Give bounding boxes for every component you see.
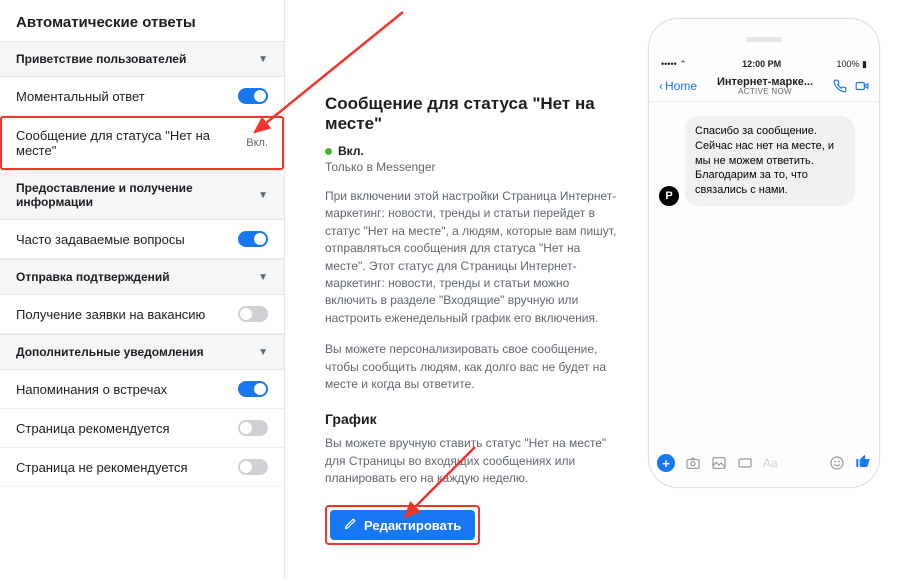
row-label: Страница не рекомендуется bbox=[16, 460, 188, 475]
chat-area: P Спасибо за сообщение. Сейчас нас нет н… bbox=[649, 102, 879, 220]
row-away-message[interactable]: Сообщение для статуса "Нет на месте" Вкл… bbox=[0, 116, 284, 170]
group-label: Дополнительные уведомления bbox=[16, 345, 204, 359]
toggle-page-not-recommended[interactable] bbox=[238, 459, 268, 475]
composer-placeholder[interactable]: Aa bbox=[763, 456, 819, 470]
phone-nav: ‹ Home Интернет-марке... active now bbox=[649, 70, 879, 102]
sidebar-title: Автоматические ответы bbox=[0, 0, 284, 41]
chat-subtitle: active now bbox=[717, 88, 813, 97]
gif-icon[interactable] bbox=[737, 455, 753, 471]
battery-indicator: 100% ▮ bbox=[837, 59, 867, 70]
main-content: Сообщение для статуса "Нет на месте" Вкл… bbox=[285, 0, 648, 579]
phone-statusbar: ••••• ⌃ 12:00 PM 100% ▮ bbox=[649, 59, 879, 70]
chevron-down-icon: ▼ bbox=[258, 190, 268, 201]
row-label: Напоминания о встречах bbox=[16, 382, 167, 397]
signal-icon: ••••• ⌃ bbox=[661, 59, 687, 70]
row-page-recommended[interactable]: Страница рекомендуется bbox=[0, 409, 284, 448]
chevron-down-icon: ▼ bbox=[258, 272, 268, 283]
group-header-extra-notifications[interactable]: Дополнительные уведомления ▼ bbox=[0, 334, 284, 370]
group-header-confirmations[interactable]: Отправка подтверждений ▼ bbox=[0, 259, 284, 295]
chevron-down-icon: ▼ bbox=[258, 54, 268, 65]
description-1: При включении этой настройки Страница Ин… bbox=[325, 188, 620, 327]
message-bubble: Спасибо за сообщение. Сейчас нас нет на … bbox=[685, 116, 855, 206]
row-label: Сообщение для статуса "Нет на месте" bbox=[16, 128, 246, 158]
group-label: Предоставление и получение информации bbox=[16, 181, 258, 209]
add-attachment-button[interactable]: + bbox=[657, 454, 675, 472]
back-label: Home bbox=[665, 79, 697, 93]
toggle-meeting-reminders[interactable] bbox=[238, 381, 268, 397]
message-composer: + Aa bbox=[657, 453, 871, 473]
content-heading: Сообщение для статуса "Нет на месте" bbox=[325, 94, 620, 134]
phone-speaker bbox=[746, 37, 782, 42]
row-faq[interactable]: Часто задаваемые вопросы bbox=[0, 220, 284, 259]
group-label: Отправка подтверждений bbox=[16, 270, 170, 284]
gallery-icon[interactable] bbox=[711, 455, 727, 471]
toggle-job-application[interactable] bbox=[238, 306, 268, 322]
row-label: Страница рекомендуется bbox=[16, 421, 170, 436]
phone-call-icon[interactable] bbox=[833, 79, 847, 93]
statusbar-time: 12:00 PM bbox=[742, 59, 781, 70]
row-instant-reply[interactable]: Моментальный ответ bbox=[0, 77, 284, 116]
avatar: P bbox=[659, 186, 679, 206]
schedule-description: Вы можете вручную ставить статус "Нет на… bbox=[325, 435, 620, 487]
edit-button-label: Редактировать bbox=[364, 518, 461, 533]
row-status-label: Вкл. bbox=[246, 137, 268, 149]
status-text: Вкл. bbox=[338, 144, 364, 158]
row-job-application[interactable]: Получение заявки на вакансию bbox=[0, 295, 284, 334]
row-page-not-recommended[interactable]: Страница не рекомендуется bbox=[0, 448, 284, 487]
row-label: Получение заявки на вакансию bbox=[16, 307, 205, 322]
back-button[interactable]: ‹ Home bbox=[659, 79, 697, 93]
group-label: Приветствие пользователей bbox=[16, 52, 186, 66]
phone-preview: ••••• ⌃ 12:00 PM 100% ▮ ‹ Home Интернет-… bbox=[648, 18, 880, 488]
toggle-instant-reply[interactable] bbox=[238, 88, 268, 104]
camera-icon[interactable] bbox=[685, 455, 701, 471]
video-call-icon[interactable] bbox=[855, 79, 869, 93]
nav-title-block: Интернет-марке... active now bbox=[717, 76, 813, 97]
pencil-icon bbox=[344, 517, 357, 533]
platform-sub: Только в Messenger bbox=[325, 160, 620, 174]
row-meeting-reminders[interactable]: Напоминания о встречах bbox=[0, 370, 284, 409]
chevron-left-icon: ‹ bbox=[659, 79, 663, 93]
group-header-info[interactable]: Предоставление и получение информации ▼ bbox=[0, 170, 284, 220]
edit-button[interactable]: Редактировать bbox=[330, 510, 475, 540]
status-line: Вкл. bbox=[325, 144, 620, 158]
like-icon[interactable] bbox=[855, 453, 871, 473]
edit-button-highlight: Редактировать bbox=[325, 505, 480, 545]
sidebar: Автоматические ответы Приветствие пользо… bbox=[0, 0, 285, 579]
group-header-greeting[interactable]: Приветствие пользователей ▼ bbox=[0, 41, 284, 77]
schedule-heading: График bbox=[325, 411, 620, 427]
row-label: Часто задаваемые вопросы bbox=[16, 232, 185, 247]
row-label: Моментальный ответ bbox=[16, 89, 145, 104]
emoji-icon[interactable] bbox=[829, 455, 845, 471]
toggle-faq[interactable] bbox=[238, 231, 268, 247]
status-dot-icon bbox=[325, 148, 332, 155]
chevron-down-icon: ▼ bbox=[258, 347, 268, 358]
toggle-page-recommended[interactable] bbox=[238, 420, 268, 436]
description-2: Вы можете персонализировать свое сообщен… bbox=[325, 341, 620, 393]
